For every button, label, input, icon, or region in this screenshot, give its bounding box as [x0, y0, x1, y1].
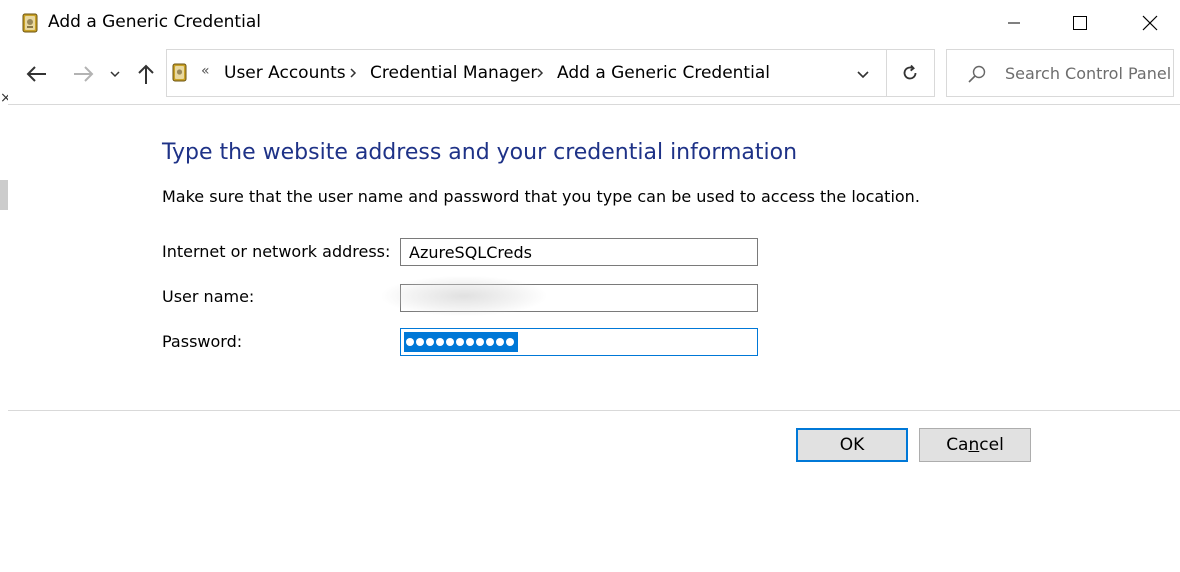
credential-manager-icon — [22, 13, 38, 33]
cancel-button[interactable]: Ca n cel — [919, 428, 1031, 462]
ok-button[interactable]: OK — [796, 428, 908, 462]
redacted-username — [382, 276, 546, 316]
forward-button[interactable] — [70, 60, 96, 88]
search-icon — [968, 65, 986, 83]
credential-dialog-window: Add a Generic Credential « User Accounts… — [8, 0, 1180, 572]
password-label: Password: — [162, 332, 243, 351]
maximize-button[interactable] — [1052, 0, 1108, 46]
username-label: User name: — [162, 287, 255, 306]
address-field[interactable] — [400, 238, 758, 266]
breadcrumb-user-accounts[interactable]: User Accounts — [224, 63, 346, 83]
cancel-label-prefix: Ca — [946, 435, 969, 455]
close-icon — [1142, 15, 1158, 31]
cancel-label-accelerator: n — [968, 435, 980, 455]
page-heading: Type the website address and your creden… — [162, 140, 798, 165]
recent-locations-button[interactable] — [108, 60, 122, 88]
title-bar: Add a Generic Credential — [8, 0, 1180, 46]
back-button[interactable] — [24, 60, 50, 88]
address-label: Internet or network address: — [162, 242, 391, 261]
page-description: Make sure that the user name and passwor… — [162, 187, 920, 206]
password-mask-dot — [416, 338, 424, 346]
overflow-chevron[interactable]: « — [201, 63, 210, 79]
password-field[interactable] — [400, 328, 758, 356]
password-mask-dot — [496, 338, 504, 346]
background-highlight — [0, 180, 8, 210]
navigation-bar: « User Accounts Credential Manager Add a… — [8, 46, 1180, 102]
window-title: Add a Generic Credential — [48, 12, 261, 32]
recent-locations-chevron-icon — [110, 71, 120, 78]
refresh-button[interactable] — [887, 50, 933, 96]
close-button[interactable] — [1122, 0, 1178, 46]
breadcrumb-add-generic-credential[interactable]: Add a Generic Credential — [557, 63, 770, 83]
search-box[interactable] — [946, 49, 1174, 97]
up-button[interactable] — [134, 60, 158, 88]
up-arrow-icon — [138, 64, 154, 84]
breadcrumb-separator-icon[interactable] — [349, 67, 357, 79]
cancel-label-suffix: cel — [979, 435, 1004, 455]
header-divider — [8, 104, 1180, 105]
password-selection — [404, 332, 518, 352]
search-input[interactable] — [1005, 60, 1171, 86]
password-mask-dot — [456, 338, 464, 346]
password-mask-dot — [426, 338, 434, 346]
password-mask-dot — [486, 338, 494, 346]
password-mask-dot — [436, 338, 444, 346]
maximize-icon — [1073, 16, 1087, 30]
password-mask-dot — [506, 338, 514, 346]
back-arrow-icon — [26, 66, 46, 82]
refresh-icon — [903, 64, 917, 80]
address-dropdown-icon — [857, 70, 869, 78]
address-dropdown-button[interactable] — [851, 64, 875, 84]
address-bar[interactable]: « User Accounts Credential Manager Add a… — [166, 49, 935, 97]
breadcrumb-separator-icon[interactable] — [536, 67, 544, 79]
footer-divider — [8, 410, 1180, 411]
breadcrumb-credential-manager[interactable]: Credential Manager — [370, 63, 537, 83]
credential-manager-icon — [172, 63, 187, 82]
password-mask-dot — [446, 338, 454, 346]
password-mask-dot — [476, 338, 484, 346]
forward-arrow-icon — [74, 66, 94, 82]
password-mask-dot — [406, 338, 414, 346]
password-mask-dot — [466, 338, 474, 346]
minimize-button[interactable] — [986, 0, 1042, 46]
minimize-icon — [1008, 22, 1020, 24]
